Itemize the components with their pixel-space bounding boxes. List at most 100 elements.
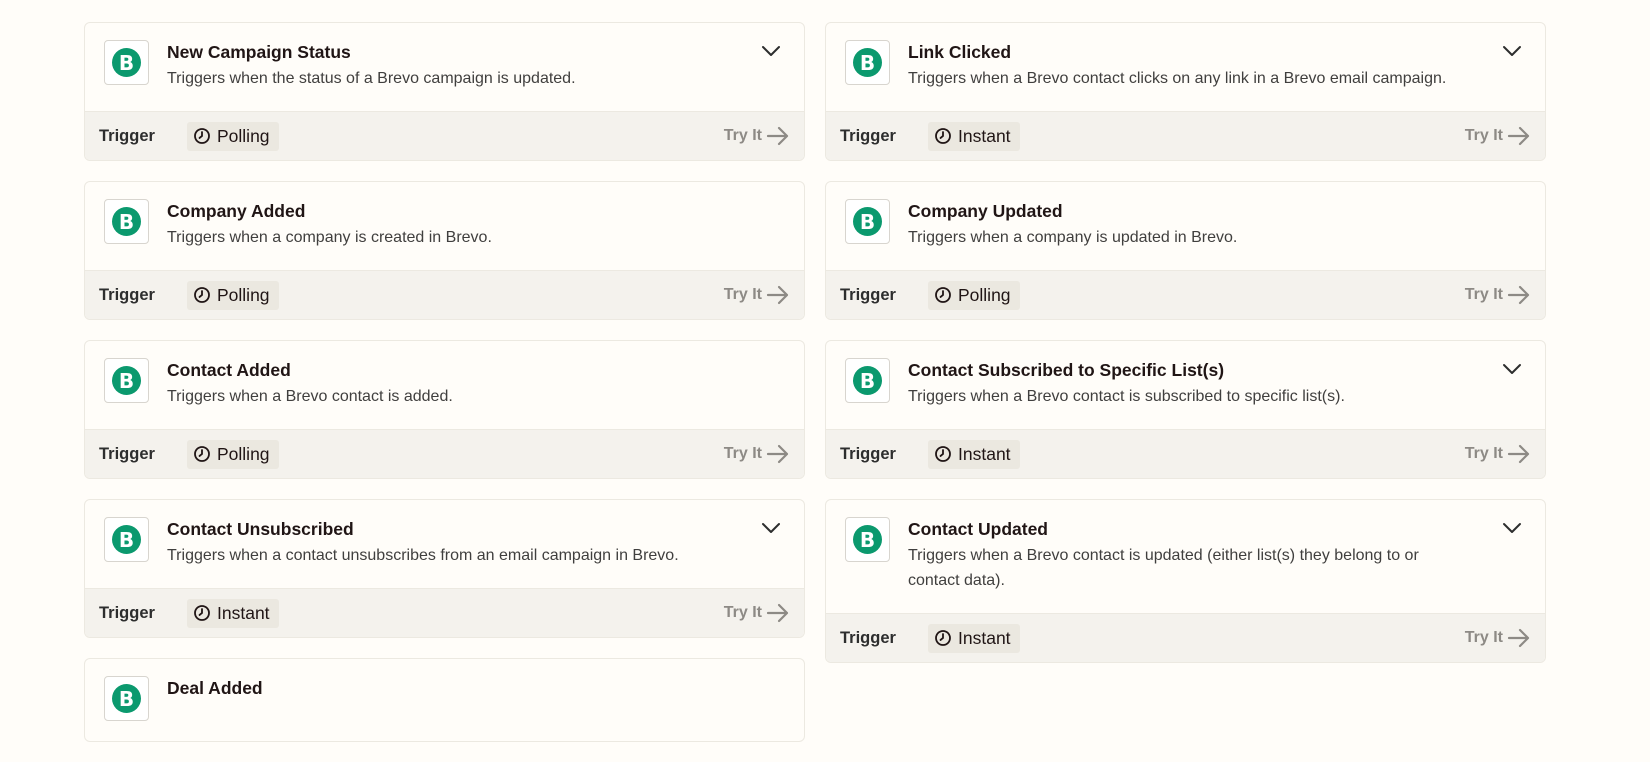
trigger-card-footer: Trigger Polling Try It (85, 111, 804, 160)
brevo-logo: B (104, 358, 149, 403)
trigger-card-footer: Trigger Polling Try It (826, 270, 1545, 319)
trigger-card-header[interactable]: B Contact Added Triggers when a Brevo co… (85, 341, 804, 429)
trigger-card-footer: Trigger Instant Try It (85, 588, 804, 637)
clock-icon (194, 605, 210, 621)
brevo-logo-icon: B (112, 48, 141, 77)
trigger-title: Deal Added (167, 678, 263, 698)
trigger-card-header[interactable]: B New Campaign Status Triggers when the … (85, 23, 804, 111)
trigger-type-label: Trigger (99, 603, 155, 622)
trigger-mode-badge: Instant (187, 598, 279, 628)
clock-icon (935, 446, 951, 462)
trigger-description: Triggers when a company is updated in Br… (908, 229, 1238, 246)
arrow-right-icon (766, 285, 789, 305)
try-it-button[interactable]: Try It (1465, 126, 1531, 146)
trigger-text: Deal Added (167, 676, 323, 700)
trigger-card: B Contact Updated Triggers when a Brevo … (825, 499, 1546, 663)
try-it-label: Try It (1464, 445, 1503, 462)
chevron-down-icon[interactable] (760, 517, 782, 539)
trigger-title: Link Clicked (908, 42, 1012, 62)
trigger-card: B Contact Subscribed to Specific List(s)… (825, 340, 1546, 479)
trigger-description: Triggers when a company is created in Br… (167, 229, 492, 246)
trigger-type-label: Trigger (840, 285, 896, 304)
trigger-card-header[interactable]: B Company Added Triggers when a company … (85, 182, 804, 270)
clock-icon (194, 128, 210, 144)
trigger-card-footer: Trigger Instant Try It (826, 111, 1545, 160)
trigger-title: Contact Added (167, 360, 291, 380)
try-it-button[interactable]: Try It (1465, 285, 1531, 305)
trigger-card: B Link Clicked Triggers when a Brevo con… (825, 22, 1546, 161)
try-it-label: Try It (723, 445, 762, 462)
trigger-description: Triggers when a Brevo contact is updated… (908, 547, 1419, 589)
trigger-card-footer: Trigger Instant Try It (826, 429, 1545, 478)
arrow-right-icon (766, 126, 789, 146)
try-it-button[interactable]: Try It (724, 126, 790, 146)
trigger-title: New Campaign Status (167, 42, 351, 62)
trigger-card: B New Campaign Status Triggers when the … (84, 22, 805, 161)
left-column: B New Campaign Status Triggers when the … (84, 22, 805, 762)
trigger-card-header[interactable]: B Deal Added (85, 659, 804, 741)
trigger-mode-text: Polling (217, 443, 270, 464)
try-it-label: Try It (723, 127, 762, 144)
trigger-text: Link Clicked Triggers when a Brevo conta… (908, 40, 1506, 91)
chevron-down-icon[interactable] (760, 40, 782, 62)
trigger-title: Company Added (167, 201, 306, 221)
trigger-title: Contact Subscribed to Specific List(s) (908, 360, 1225, 380)
brevo-logo-icon: B (853, 48, 882, 77)
trigger-text: Contact Subscribed to Specific List(s) T… (908, 358, 1405, 409)
trigger-mode-badge: Polling (928, 280, 1020, 310)
trigger-card-header[interactable]: B Link Clicked Triggers when a Brevo con… (826, 23, 1545, 111)
try-it-button[interactable]: Try It (724, 603, 790, 623)
trigger-text: New Campaign Status Triggers when the st… (167, 40, 636, 91)
trigger-mode-text: Instant (217, 602, 270, 623)
clock-icon (935, 128, 951, 144)
trigger-card-header[interactable]: B Contact Unsubscribed Triggers when a c… (85, 500, 804, 588)
trigger-mode-badge: Instant (928, 121, 1020, 151)
trigger-card: B Contact Unsubscribed Triggers when a c… (84, 499, 805, 638)
arrow-right-icon (1507, 628, 1530, 648)
try-it-button[interactable]: Try It (1465, 628, 1531, 648)
try-it-label: Try It (1464, 629, 1503, 646)
trigger-card-header[interactable]: B Contact Updated Triggers when a Brevo … (826, 500, 1545, 613)
trigger-mode-text: Instant (958, 443, 1011, 464)
try-it-label: Try It (1464, 127, 1503, 144)
chevron-down-icon[interactable] (1501, 358, 1523, 380)
brevo-logo: B (104, 40, 149, 85)
clock-icon (194, 287, 210, 303)
try-it-label: Try It (723, 604, 762, 621)
brevo-logo-icon: B (853, 525, 882, 554)
trigger-card: B Deal Added (84, 658, 805, 742)
trigger-card-footer: Trigger Instant Try It (826, 613, 1545, 662)
trigger-card-header[interactable]: B Company Updated Triggers when a compan… (826, 182, 1545, 270)
trigger-text: Contact Updated Triggers when a Brevo co… (908, 517, 1527, 593)
try-it-label: Try It (1464, 286, 1503, 303)
brevo-logo: B (845, 40, 890, 85)
brevo-logo: B (104, 676, 149, 721)
try-it-button[interactable]: Try It (724, 444, 790, 464)
arrow-right-icon (1507, 285, 1530, 305)
right-column: B Link Clicked Triggers when a Brevo con… (825, 22, 1546, 683)
trigger-card-footer: Trigger Polling Try It (85, 270, 804, 319)
trigger-card: B Company Updated Triggers when a compan… (825, 181, 1546, 320)
chevron-down-icon[interactable] (1501, 517, 1523, 539)
try-it-button[interactable]: Try It (1465, 444, 1531, 464)
arrow-right-icon (1507, 126, 1530, 146)
trigger-text: Contact Added Triggers when a Brevo cont… (167, 358, 513, 409)
brevo-logo: B (104, 517, 149, 562)
trigger-title: Contact Unsubscribed (167, 519, 354, 539)
brevo-logo: B (845, 517, 890, 562)
trigger-type-label: Trigger (99, 285, 155, 304)
trigger-type-label: Trigger (840, 444, 896, 463)
trigger-card-header[interactable]: B Contact Subscribed to Specific List(s)… (826, 341, 1545, 429)
trigger-mode-text: Instant (958, 627, 1011, 648)
trigger-description: Triggers when a contact unsubscribes fro… (167, 547, 679, 564)
brevo-logo-icon: B (853, 366, 882, 395)
trigger-type-label: Trigger (99, 444, 155, 463)
try-it-button[interactable]: Try It (724, 285, 790, 305)
chevron-down-icon[interactable] (1501, 40, 1523, 62)
trigger-mode-badge: Polling (187, 439, 279, 469)
arrow-right-icon (766, 603, 789, 623)
brevo-logo: B (845, 199, 890, 244)
trigger-type-label: Trigger (840, 126, 896, 145)
trigger-description: Triggers when a Brevo contact clicks on … (908, 70, 1447, 87)
try-it-label: Try It (723, 286, 762, 303)
